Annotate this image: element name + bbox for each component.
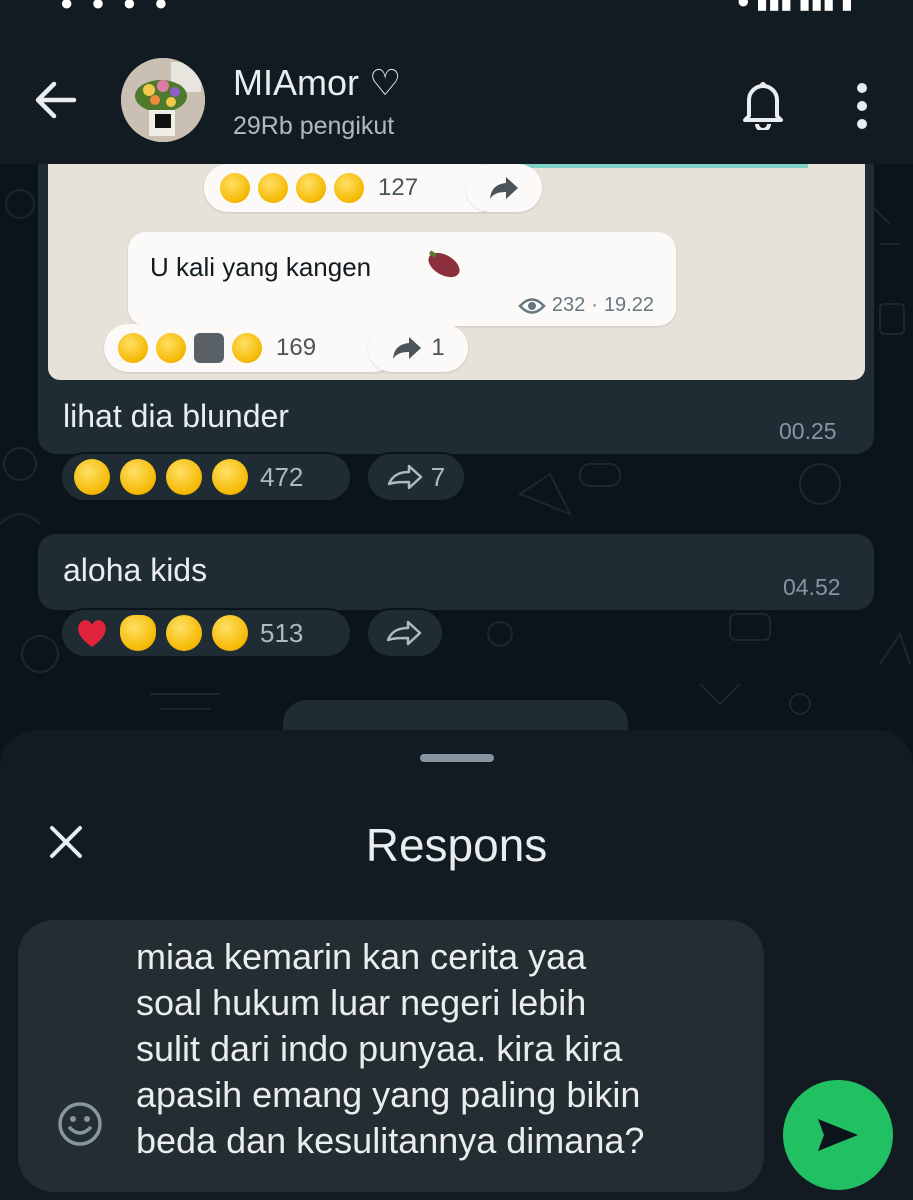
emoji-button[interactable]	[56, 1100, 104, 1148]
forward-count: 7	[430, 461, 446, 492]
tears-of-joy-emoji	[212, 615, 248, 651]
shared-forward-pill	[466, 164, 542, 212]
channel-name[interactable]: MIAmor ♡	[233, 62, 401, 104]
hand-over-mouth-emoji	[118, 333, 148, 363]
follower-count: 29Rb pengikut	[233, 112, 395, 140]
shared-reactions-pill: 127	[204, 164, 504, 212]
forward-icon	[490, 177, 518, 199]
channel-avatar[interactable]	[121, 58, 205, 142]
tears-of-joy-emoji	[258, 173, 288, 203]
reaction-count: 513	[260, 617, 304, 648]
message-reactions[interactable]: 472	[60, 452, 352, 502]
channel-header: MIAmor ♡ 29Rb pengikut	[0, 14, 913, 164]
message-time: 00.25	[779, 418, 837, 444]
back-button[interactable]	[30, 76, 82, 124]
shared-inner-message: U kali yang kangen 232 · 19.22	[128, 232, 676, 326]
forward-button[interactable]: 7	[366, 452, 466, 502]
shared-inner-reactions-pill: 169	[104, 324, 398, 372]
camera-flash-emoji	[194, 333, 224, 363]
drag-handle[interactable]	[420, 754, 494, 762]
more-vertical-icon	[857, 83, 867, 129]
shared-inner-forward-pill: 1	[368, 324, 468, 372]
send-button[interactable]	[783, 1080, 893, 1190]
forward-button[interactable]	[366, 608, 444, 658]
smiley-icon	[58, 1102, 102, 1146]
crying-emoji	[296, 173, 326, 203]
response-sheet: Respons miaa kemarin kan cerita yaa soal…	[0, 730, 913, 1200]
forward-icon	[393, 337, 422, 359]
bell-icon	[743, 82, 783, 132]
status-icons-right: ● ▮▮▮ ▮▮▮ ▮	[736, 0, 853, 13]
shared-reaction-count: 127	[378, 174, 419, 201]
tears-of-joy-emoji	[232, 333, 262, 363]
shared-screenshot-image[interactable]: 127 U kali yang kangen 232 · 19.22 169 1	[48, 164, 865, 380]
shared-inner-text: U kali yang kangen	[150, 252, 372, 282]
message-reactions[interactable]: 513	[60, 608, 352, 658]
message-time: 04.52	[783, 574, 841, 600]
hand-over-mouth-emoji	[166, 615, 202, 651]
send-icon	[818, 1119, 858, 1151]
reaction-count: 472	[260, 461, 304, 492]
hand-over-mouth-emoji	[120, 459, 156, 495]
sheet-title: Respons	[365, 819, 548, 871]
notification-button[interactable]	[740, 78, 786, 132]
shared-inner-meta: 232 · 19.22	[518, 294, 654, 317]
shared-inner-time: 19.22	[603, 294, 654, 316]
message-text: aloha kids	[63, 552, 208, 588]
chat-area[interactable]: 127 U kali yang kangen 232 · 19.22 169 1…	[0, 164, 913, 744]
forward-icon	[387, 464, 423, 490]
response-input-text[interactable]: miaa kemarin kan cerita yaa soal hukum l…	[136, 934, 746, 1164]
rolling-laughing-emoji	[166, 459, 202, 495]
tears-of-joy-emoji	[74, 459, 110, 495]
status-icons-left: ● ● ● ●	[60, 0, 174, 14]
arrow-left-icon	[35, 81, 77, 119]
response-input[interactable]: miaa kemarin kan cerita yaa soal hukum l…	[18, 920, 764, 1192]
status-bar: ● ● ● ● ● ▮▮▮ ▮▮▮ ▮	[0, 0, 913, 14]
rolling-laughing-emoji	[334, 173, 364, 203]
eye-icon	[518, 297, 546, 314]
shared-inner-reaction-count: 169	[276, 334, 317, 361]
message-text: lihat dia blunder	[63, 398, 289, 434]
waving-hand-emoji	[120, 615, 156, 651]
hand-over-mouth-emoji	[220, 173, 250, 203]
crying-emoji	[212, 459, 248, 495]
red-heart-emoji	[78, 620, 106, 647]
shared-inner-forward-count: 1	[431, 334, 445, 361]
more-options-button[interactable]	[847, 80, 877, 132]
sweet-potato-emoji	[428, 250, 460, 278]
surprised-emoji	[156, 333, 186, 363]
forward-icon	[386, 620, 422, 646]
shared-inner-views: 232	[551, 294, 586, 316]
